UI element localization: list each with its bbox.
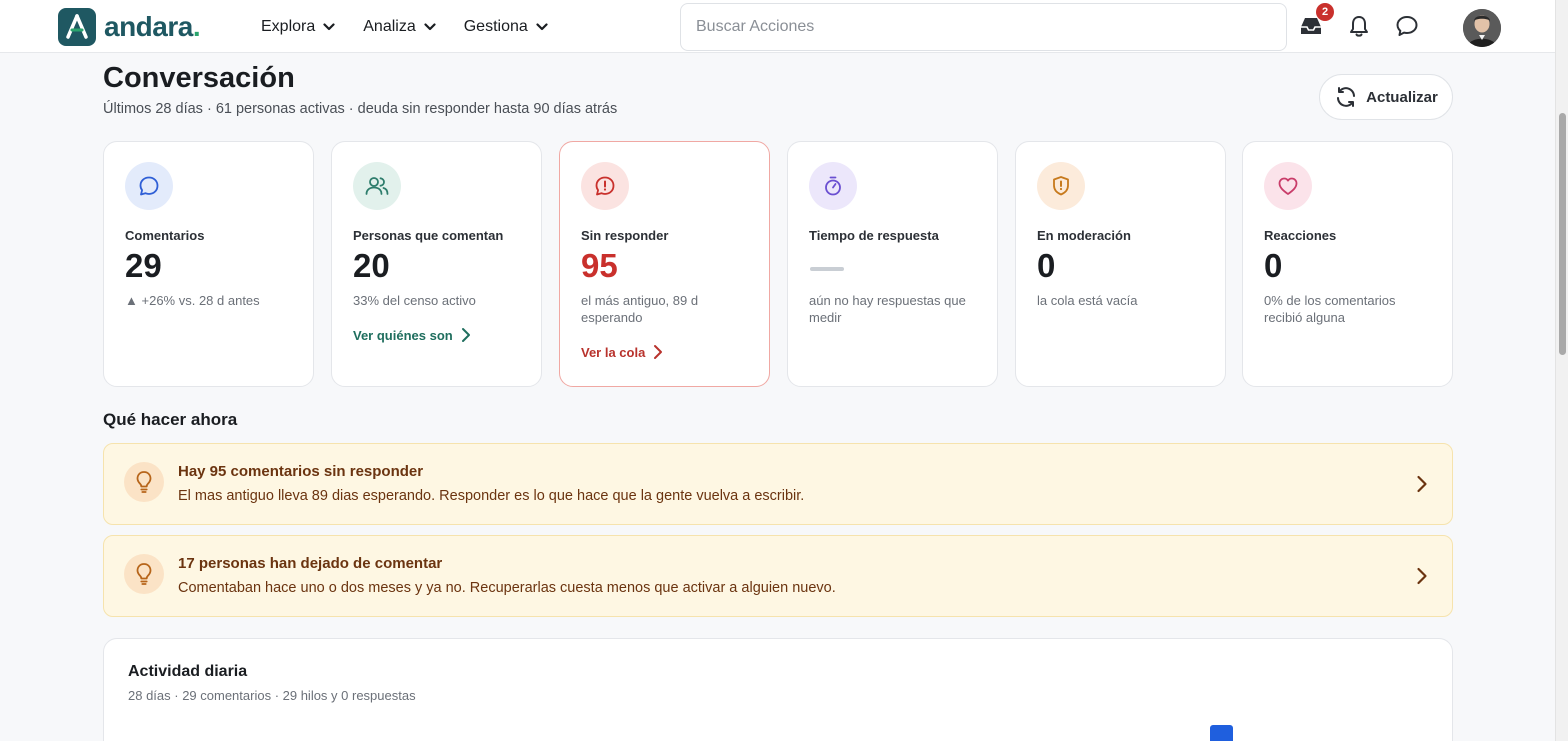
nav-explora[interactable]: Explora [261, 18, 335, 36]
metric-label: Comentarios [125, 228, 205, 243]
chevron-down-icon [536, 22, 548, 30]
chat-icon[interactable] [1394, 13, 1420, 39]
refresh-button[interactable]: Actualizar [1319, 74, 1453, 120]
trend-up-icon: ▲ [125, 293, 138, 308]
logo-mark-icon [58, 8, 96, 46]
metric-value: 20 [353, 247, 390, 284]
stopwatch-icon [809, 162, 857, 210]
brand-logo[interactable]: andara. [58, 8, 201, 46]
metric-value: 0 [1037, 247, 1056, 284]
metric-label: En moderación [1037, 228, 1131, 243]
suggestion-unanswered-comments[interactable]: Hay 95 comentarios sin responder El mas … [103, 443, 1453, 525]
page-scrollbar[interactable] [1555, 0, 1568, 741]
lightbulb-icon [124, 462, 164, 502]
metric-empty-dash [810, 267, 844, 271]
activity-title: Actividad diaria [128, 663, 248, 680]
nav-analiza-label: Analiza [363, 17, 416, 35]
metric-note: el más antiguo, 89 d esperando [581, 293, 699, 325]
chevron-right-icon [461, 328, 470, 342]
metric-value: 95 [581, 247, 618, 284]
comment-icon [125, 162, 173, 210]
metric-card-tiempo-respuesta: Tiempo de respuesta aún no hay respuesta… [787, 141, 998, 387]
alert-comment-icon [581, 162, 629, 210]
lightbulb-icon [124, 554, 164, 594]
chevron-down-icon [424, 22, 436, 30]
heart-icon [1264, 162, 1312, 210]
suggestion-inactive-commenters[interactable]: 17 personas han dejado de comentar Comen… [103, 535, 1453, 617]
section-title-que-hacer: Qué hacer ahora [103, 410, 238, 429]
chevron-right-icon [1417, 475, 1427, 493]
metric-card-personas: Personas que comentan 20 33% del censo a… [331, 141, 542, 387]
shield-alert-icon [1037, 162, 1085, 210]
ver-la-cola-link[interactable]: Ver la cola [581, 344, 663, 360]
metric-card-sin-responder: Sin responder 95 el más antiguo, 89 d es… [559, 141, 770, 387]
nav-analiza[interactable]: Analiza [363, 17, 436, 36]
link-label: Ver la cola [581, 344, 646, 360]
refresh-button-label: Actualizar [1366, 88, 1438, 106]
scrollbar-thumb[interactable] [1559, 113, 1566, 355]
top-navigation-bar: andara. Explora Analiza Gestiona 2 [0, 0, 1555, 53]
bell-icon[interactable] [1346, 13, 1372, 39]
nav-explora-label: Explora [261, 17, 316, 35]
ver-quienes-son-link[interactable]: Ver quiénes son [353, 327, 471, 343]
metric-label: Personas que comentan [353, 228, 504, 243]
activity-subtitle: 28 días · 29 comentarios · 29 hilos y 0 … [128, 688, 416, 703]
metric-note: +26% vs. 28 d antes [141, 293, 260, 308]
metric-trend: ▲ +26% vs. 28 d antes [125, 292, 295, 309]
daily-activity-panel: Actividad diaria 28 días · 29 comentario… [103, 638, 1453, 741]
metric-value: 0 [1264, 247, 1283, 284]
refresh-icon [1337, 87, 1356, 107]
suggestion-body: Comentaban hace uno o dos meses y ya no.… [178, 580, 836, 596]
metric-card-reacciones: Reacciones 0 0% de los comentarios recib… [1242, 141, 1453, 387]
chevron-right-icon [1417, 567, 1427, 585]
inbox-count-badge: 2 [1316, 3, 1334, 21]
main-nav: Explora Analiza Gestiona [261, 0, 548, 53]
suggestion-body: El mas antiguo lleva 89 dias esperando. … [178, 488, 805, 504]
metric-note: 0% de los comentarios recibió alguna [1264, 293, 1396, 325]
metric-note: la cola está vacía [1037, 293, 1138, 308]
metric-label: Sin responder [581, 228, 669, 243]
users-icon [353, 162, 401, 210]
search-input[interactable] [680, 3, 1287, 51]
chevron-right-icon [654, 345, 663, 359]
metric-value: 29 [125, 247, 162, 284]
nav-gestiona[interactable]: Gestiona [464, 18, 548, 36]
suggestion-title: Hay 95 comentarios sin responder [178, 463, 424, 480]
chevron-down-icon [323, 22, 335, 30]
page-title: Conversación [103, 62, 295, 94]
suggestion-title: 17 personas han dejado de comentar [178, 555, 443, 572]
metric-note: 33% del censo activo [353, 293, 476, 308]
metric-card-comentarios: Comentarios 29 ▲ +26% vs. 28 d antes [103, 141, 314, 387]
user-avatar[interactable] [1463, 9, 1501, 47]
metric-label: Tiempo de respuesta [809, 228, 939, 243]
activity-bar[interactable] [1210, 725, 1233, 741]
brand-name: andara. [104, 11, 201, 42]
metric-label: Reacciones [1264, 228, 1337, 243]
metric-card-moderacion: En moderación 0 la cola está vacía [1015, 141, 1226, 387]
nav-gestiona-label: Gestiona [463, 17, 528, 35]
metric-note: aún no hay respuestas que medir [809, 293, 966, 325]
link-label: Ver quiénes son [353, 327, 453, 343]
page-subtitle: Últimos 28 días · 61 personas activas · … [103, 101, 618, 117]
